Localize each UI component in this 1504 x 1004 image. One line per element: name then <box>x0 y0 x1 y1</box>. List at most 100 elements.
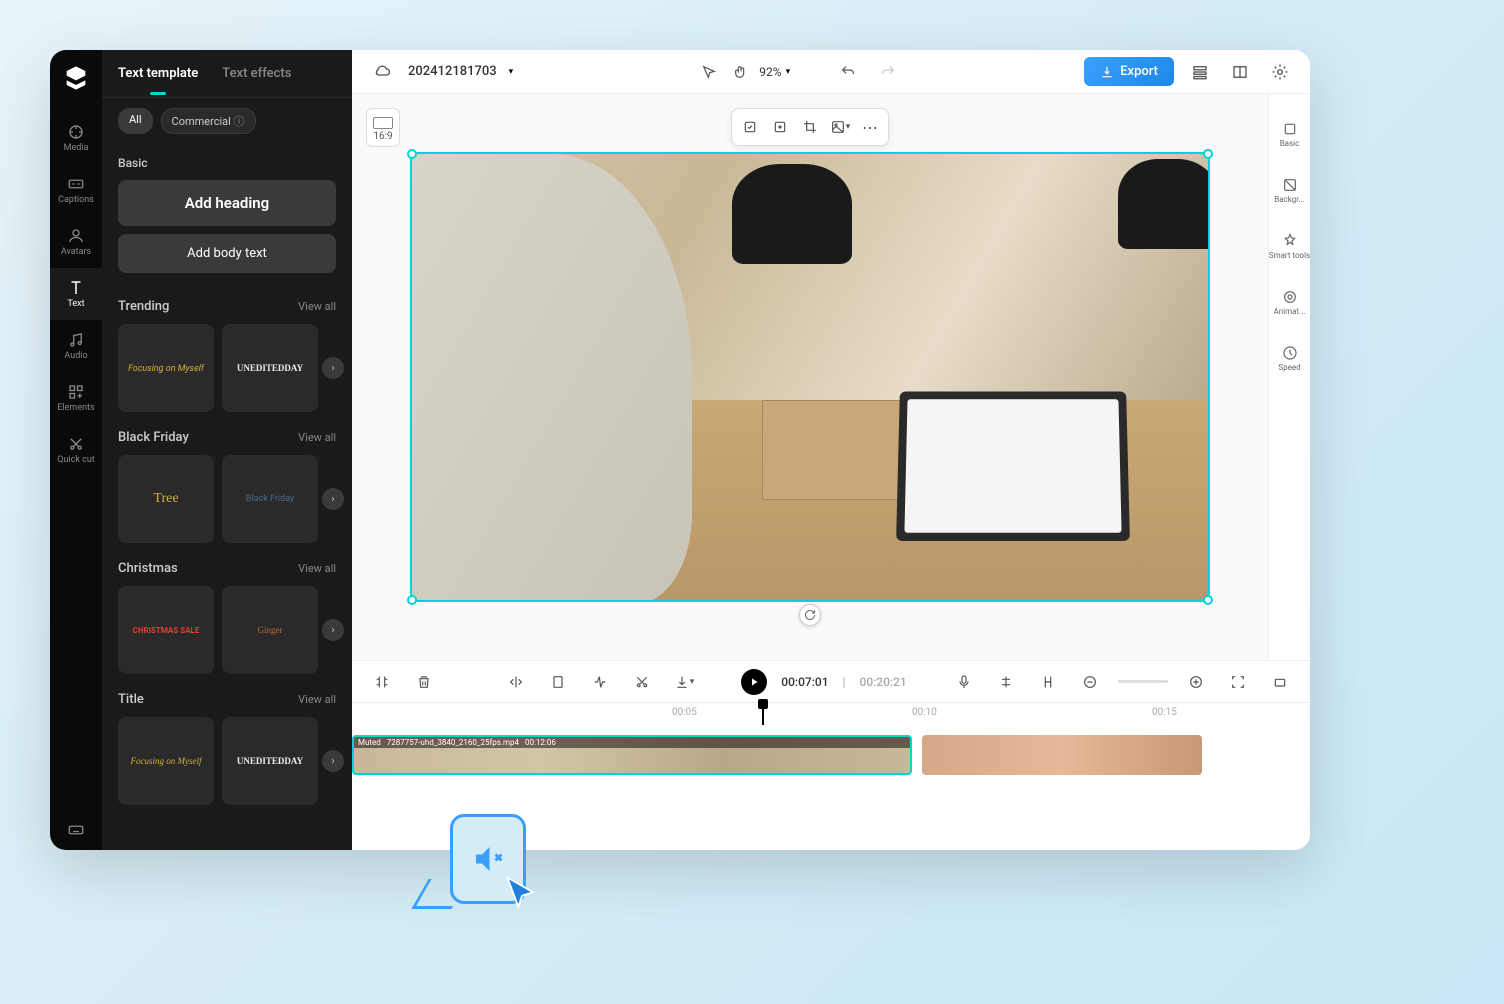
undo-icon[interactable] <box>834 58 862 86</box>
chip-commercial[interactable]: Commercial ⓘ <box>161 108 256 134</box>
fit-icon[interactable] <box>1224 668 1252 696</box>
layout-icon[interactable] <box>1186 58 1214 86</box>
prop-animation[interactable]: Animat... <box>1269 276 1311 328</box>
zoom-slider[interactable] <box>1118 680 1168 683</box>
more-icon[interactable]: ⋯ <box>856 113 884 141</box>
image-tool-icon[interactable]: ▾ <box>826 113 854 141</box>
template-card[interactable]: Focusing on Myself <box>118 324 214 412</box>
prop-smart-tools[interactable]: Smart tools <box>1269 220 1311 272</box>
prop-background[interactable]: Backgr... <box>1269 164 1311 216</box>
text-templates-panel: Text template Text effects All Commercia… <box>102 50 352 850</box>
template-card[interactable]: UNEDITEDDAY <box>222 717 318 805</box>
zoom-in-icon[interactable] <box>1182 668 1210 696</box>
app-window: Media Captions Avatars Text Audio Elemen… <box>50 50 1310 850</box>
crop-clip-icon[interactable] <box>544 668 572 696</box>
timeline-ruler[interactable]: 00:05 00:10 00:15 <box>352 703 1310 725</box>
video-clip[interactable]: Muted 7287757-uhd_3840_2160_25fps.mp4 00… <box>352 735 912 775</box>
scroll-right-icon[interactable]: › <box>322 750 344 772</box>
template-card[interactable]: Tree <box>118 455 214 543</box>
nav-captions[interactable]: Captions <box>50 164 102 216</box>
settings-icon[interactable] <box>1266 58 1294 86</box>
export-button[interactable]: Export <box>1084 57 1174 86</box>
resize-icon[interactable] <box>766 113 794 141</box>
mirror-icon[interactable] <box>502 668 530 696</box>
play-button[interactable] <box>741 669 767 695</box>
chip-all[interactable]: All <box>118 108 153 134</box>
zoom-value[interactable]: 92% <box>759 65 781 79</box>
scroll-right-icon[interactable]: › <box>322 488 344 510</box>
ruler-tick: 00:15 <box>1152 707 1177 718</box>
template-card[interactable]: CHRISTMAS SALE <box>118 586 214 674</box>
trending-header: Trending <box>118 299 169 314</box>
right-properties-rail: Basic Backgr... Smart tools Animat... Sp… <box>1268 94 1310 660</box>
tab-text-effects[interactable]: Text effects <box>222 66 291 81</box>
zoom-out-icon[interactable] <box>1076 668 1104 696</box>
chevron-down-icon[interactable]: ▾ <box>786 67 791 77</box>
christmas-view-all[interactable]: View all <box>298 562 336 575</box>
add-body-text-button[interactable]: Add body text <box>118 234 336 273</box>
nav-text[interactable]: Text <box>50 268 102 320</box>
prop-basic[interactable]: Basic <box>1269 108 1311 160</box>
split-icon[interactable] <box>368 668 396 696</box>
speed-icon[interactable] <box>586 668 614 696</box>
canvas-toolbar: ▾ ⋯ <box>731 108 889 146</box>
aspect-ratio-chip[interactable]: 16:9 <box>366 108 400 147</box>
scroll-right-icon[interactable]: › <box>322 357 344 379</box>
nav-media[interactable]: Media <box>50 112 102 164</box>
expand-icon[interactable] <box>1266 668 1294 696</box>
tab-text-template[interactable]: Text template <box>118 66 198 81</box>
template-card[interactable]: UNEDITEDDAY <box>222 324 318 412</box>
mute-speaker-icon <box>470 841 506 850</box>
title-header: Title <box>118 692 144 707</box>
trending-view-all[interactable]: View all <box>298 300 336 313</box>
download-icon[interactable]: ▾ <box>670 668 698 696</box>
mic-icon[interactable] <box>950 668 978 696</box>
ruler-tick: 00:05 <box>672 707 697 718</box>
nav-elements[interactable]: Elements <box>50 372 102 424</box>
resize-handle[interactable] <box>407 595 417 605</box>
delete-icon[interactable] <box>410 668 438 696</box>
nav-captions-label: Captions <box>58 195 94 205</box>
chevron-down-icon[interactable]: ▾ <box>509 67 514 77</box>
template-card[interactable]: Focusing on Myself <box>118 717 214 805</box>
app-logo-icon[interactable] <box>62 64 90 92</box>
project-name[interactable]: 202412181703 <box>408 64 497 79</box>
nav-avatars[interactable]: Avatars <box>50 216 102 268</box>
blackfriday-view-all[interactable]: View all <box>298 431 336 444</box>
resize-handle[interactable] <box>407 149 417 159</box>
crop-icon[interactable] <box>796 113 824 141</box>
resize-handle[interactable] <box>1203 149 1213 159</box>
prop-speed[interactable]: Speed <box>1269 332 1311 384</box>
nav-media-label: Media <box>64 143 89 153</box>
split-view-icon[interactable] <box>1226 58 1254 86</box>
add-heading-button[interactable]: Add heading <box>118 180 336 226</box>
nav-elements-label: Elements <box>57 403 94 413</box>
playhead[interactable] <box>762 703 764 725</box>
cloud-icon[interactable] <box>368 58 396 86</box>
nav-avatars-label: Avatars <box>61 247 91 257</box>
resize-handle[interactable] <box>1203 595 1213 605</box>
hand-tool-icon[interactable] <box>727 58 755 86</box>
nav-quickcut[interactable]: Quick cut <box>50 424 102 476</box>
redo-icon[interactable] <box>874 58 902 86</box>
template-card[interactable]: Ginger <box>222 586 318 674</box>
enhance-icon[interactable] <box>736 113 764 141</box>
video-canvas[interactable] <box>410 152 1210 602</box>
video-clip[interactable] <box>922 735 1202 775</box>
keyboard-icon[interactable] <box>50 810 102 850</box>
filter-chips: All Commercial ⓘ <box>102 98 352 144</box>
template-card[interactable]: Black Friday <box>222 455 318 543</box>
scroll-right-icon[interactable]: › <box>322 619 344 641</box>
cut-icon[interactable] <box>628 668 656 696</box>
nav-audio-label: Audio <box>64 351 87 361</box>
timecode-separator: | <box>843 675 846 689</box>
rotate-handle[interactable] <box>799 604 821 626</box>
ruler-tick: 00:10 <box>912 707 937 718</box>
select-tool-icon[interactable] <box>695 58 723 86</box>
nav-quickcut-label: Quick cut <box>57 455 94 465</box>
title-view-all[interactable]: View all <box>298 693 336 706</box>
marker-icon[interactable] <box>1034 668 1062 696</box>
nav-audio[interactable]: Audio <box>50 320 102 372</box>
canvas-area[interactable]: 16:9 ▾ ⋯ <box>352 94 1268 660</box>
align-icon[interactable] <box>992 668 1020 696</box>
